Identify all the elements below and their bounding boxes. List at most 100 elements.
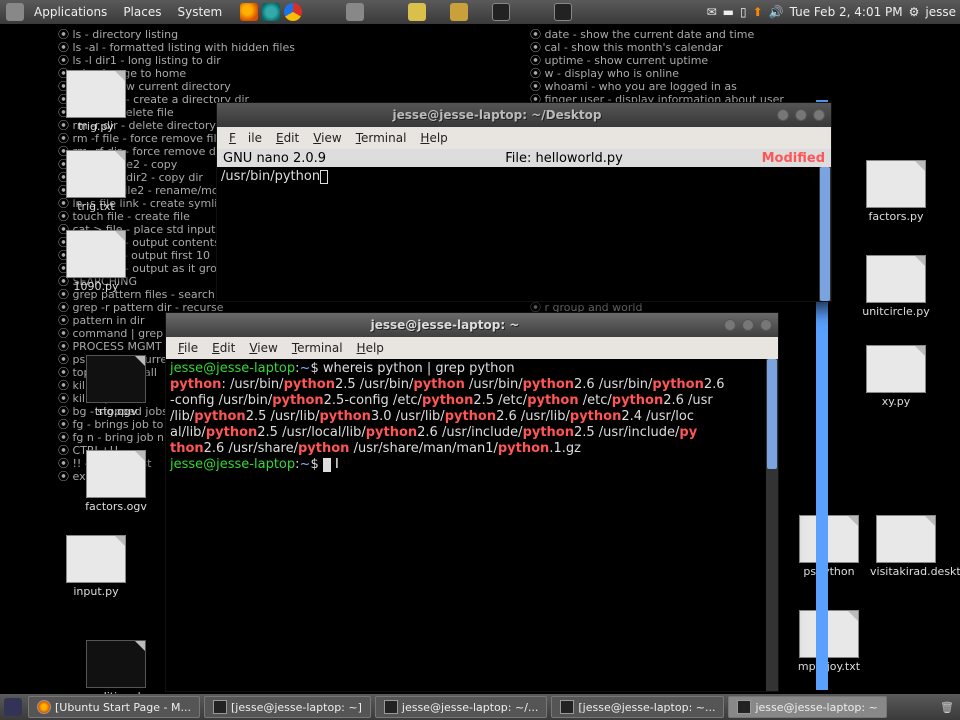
clock[interactable]: Tue Feb 2, 4:01 PM — [790, 5, 903, 19]
close-button[interactable] — [760, 319, 772, 331]
desktop-icon-label: xy.py — [860, 395, 932, 408]
menu-terminal[interactable]: Terminal — [286, 339, 349, 357]
help-icon[interactable] — [262, 3, 280, 21]
task-label: jesse@jesse-laptop: ~/... — [402, 701, 539, 714]
show-desktop-icon[interactable] — [4, 698, 22, 716]
launcher-icon[interactable] — [346, 3, 364, 21]
menu-terminal[interactable]: Terminal — [350, 129, 413, 147]
desktop-icon-1090-py[interactable]: 1090.py — [60, 230, 132, 293]
desktop-icon-label: 1090.py — [60, 280, 132, 293]
menu-places[interactable]: Places — [115, 5, 169, 19]
taskbar-task[interactable]: [jesse@jesse-laptop: ~] — [204, 696, 371, 718]
user-name[interactable]: jesse — [925, 5, 956, 19]
desktop-icon-label: trig.ogv — [80, 405, 152, 418]
firefox-icon[interactable] — [240, 3, 258, 21]
maximize-button[interactable] — [742, 319, 754, 331]
terminal-cursor — [323, 458, 331, 472]
desktop-icon-label: trig.txt — [60, 200, 132, 213]
task-label: [jesse@jesse-laptop: ~] — [231, 701, 362, 714]
desktop-icon-label: mptejoy.txt — [793, 660, 865, 673]
menu-system[interactable]: System — [169, 5, 230, 19]
terminal-line: -config /usr/bin/python2.5-config /etc/p… — [170, 393, 774, 409]
nano-version: GNU nano 2.0.9 — [223, 151, 403, 166]
volume-icon[interactable]: 🔊 — [769, 5, 784, 19]
minimize-button[interactable] — [724, 319, 736, 331]
terminal-window[interactable]: jesse@jesse-laptop: ~ File Edit View Ter… — [165, 312, 779, 692]
menu-file[interactable]: File — [223, 129, 268, 147]
desktop-icon-trig-ogv[interactable]: trig.ogv — [80, 355, 152, 418]
terminal-line: python: /usr/bin/python2.5 /usr/bin/pyth… — [170, 377, 774, 393]
terminal-line: al/lib/python2.5 /usr/local/lib/python2.… — [170, 425, 774, 441]
indicator-icon[interactable]: ▯ — [740, 5, 747, 19]
menu-view[interactable]: View — [243, 339, 283, 357]
user-icon[interactable]: ⚙ — [909, 5, 920, 19]
chrome-icon[interactable] — [284, 3, 302, 21]
updates-icon[interactable]: ⬆ — [753, 5, 763, 19]
terminal-line: jesse@jesse-laptop:~$ whereis python | g… — [170, 361, 774, 377]
nano-cursor — [320, 170, 328, 184]
files-icon[interactable] — [450, 3, 468, 21]
scrollbar[interactable] — [766, 359, 778, 691]
task-label: jesse@jesse-laptop: ~ — [755, 701, 877, 714]
bottom-panel: [Ubuntu Start Page - M... [jesse@jesse-la… — [0, 694, 960, 720]
nano-modified: Modified — [725, 151, 825, 166]
task-label: [jesse@jesse-laptop: ~... — [578, 701, 715, 714]
desktop-icon-factors-py[interactable]: factors.py — [860, 160, 932, 223]
menu-view[interactable]: View — [307, 129, 347, 147]
taskbar-task[interactable]: [jesse@jesse-laptop: ~... — [551, 696, 724, 718]
task-label: [Ubuntu Start Page - M... — [55, 701, 191, 714]
desktop-icon-factors-ogv[interactable]: factors.ogv — [80, 450, 152, 513]
nano-title: jesse@jesse-laptop: ~/Desktop — [223, 108, 771, 122]
nano-editor-body[interactable]: /usr/bin/python — [217, 167, 831, 301]
terminal-line: /lib/python2.5 /usr/lib/python3.0 /usr/l… — [170, 409, 774, 425]
desktop-icon-input-py[interactable]: input.py — [60, 535, 132, 598]
desktop-icon-label: trig.py — [60, 120, 132, 133]
menu-applications[interactable]: Applications — [26, 5, 115, 19]
close-button[interactable] — [813, 109, 825, 121]
desktop-icon-trig-py[interactable]: trig.py — [60, 70, 132, 133]
top-panel: Applications Places System ✉ ▬ ▯ ⬆ 🔊 Tue… — [0, 0, 960, 24]
monitor-icon[interactable] — [492, 3, 510, 21]
nano-filename: File: helloworld.py — [403, 151, 725, 166]
mail-icon[interactable]: ✉ — [707, 5, 717, 19]
minimize-button[interactable] — [777, 109, 789, 121]
desktop-icon-label: factors.py — [860, 210, 932, 223]
desktop-icon-label: input.py — [60, 585, 132, 598]
maximize-button[interactable] — [795, 109, 807, 121]
desktop-icon-label: pspython — [793, 565, 865, 578]
terminal-title: jesse@jesse-laptop: ~ — [172, 318, 718, 332]
desktop-icon-trig-txt[interactable]: trig.txt — [60, 150, 132, 213]
taskbar-task[interactable]: [Ubuntu Start Page - M... — [28, 696, 200, 718]
menu-help[interactable]: Help — [414, 129, 453, 147]
trash-icon[interactable]: 🗑 — [940, 701, 954, 714]
system-tray: ✉ ▬ ▯ ⬆ 🔊 Tue Feb 2, 4:01 PM ⚙ jesse — [707, 5, 956, 19]
network-icon[interactable]: ▬ — [723, 5, 734, 19]
desktop-icon-xy-py[interactable]: xy.py — [860, 345, 932, 408]
desktop-icon-visitakirad-desktop[interactable]: visitakirad.desktop — [870, 515, 942, 578]
menu-edit[interactable]: Edit — [206, 339, 241, 357]
desktop-icon-mptejoy-txt[interactable]: mptejoy.txt — [793, 610, 865, 673]
terminal-titlebar[interactable]: jesse@jesse-laptop: ~ — [166, 313, 778, 337]
terminal-line: thon2.6 /usr/share/python /usr/share/man… — [170, 441, 774, 457]
menu-edit[interactable]: Edit — [270, 129, 305, 147]
terminal-line: jesse@jesse-laptop:~$ I — [170, 457, 774, 473]
nano-menubar: File Edit View Terminal Help — [217, 127, 831, 149]
gnome-icon[interactable] — [6, 3, 24, 21]
desktop-icon-label: factors.ogv — [80, 500, 152, 513]
desktop-icon-pspython[interactable]: pspython — [793, 515, 865, 578]
desktop-icon-label: visitakirad.desktop — [870, 565, 942, 578]
nano-titlebar[interactable]: jesse@jesse-laptop: ~/Desktop — [217, 103, 831, 127]
menu-file[interactable]: File — [172, 339, 204, 357]
taskbar-task[interactable]: jesse@jesse-laptop: ~/... — [375, 696, 548, 718]
desktop-icon-unitcircle-py[interactable]: unitcircle.py — [860, 255, 932, 318]
terminal-menubar: File Edit View Terminal Help — [166, 337, 778, 359]
menu-help[interactable]: Help — [351, 339, 390, 357]
nano-content: /usr/bin/python — [221, 169, 320, 184]
notes-icon[interactable] — [408, 3, 426, 21]
terminal-body[interactable]: jesse@jesse-laptop:~$ whereis python | g… — [166, 359, 778, 691]
terminal-launcher-icon[interactable] — [554, 3, 572, 21]
desktop-icon-label: unitcircle.py — [860, 305, 932, 318]
scrollbar[interactable] — [819, 167, 831, 301]
nano-editor-window[interactable]: jesse@jesse-laptop: ~/Desktop File Edit … — [216, 102, 832, 302]
taskbar-task[interactable]: jesse@jesse-laptop: ~ — [728, 696, 886, 718]
